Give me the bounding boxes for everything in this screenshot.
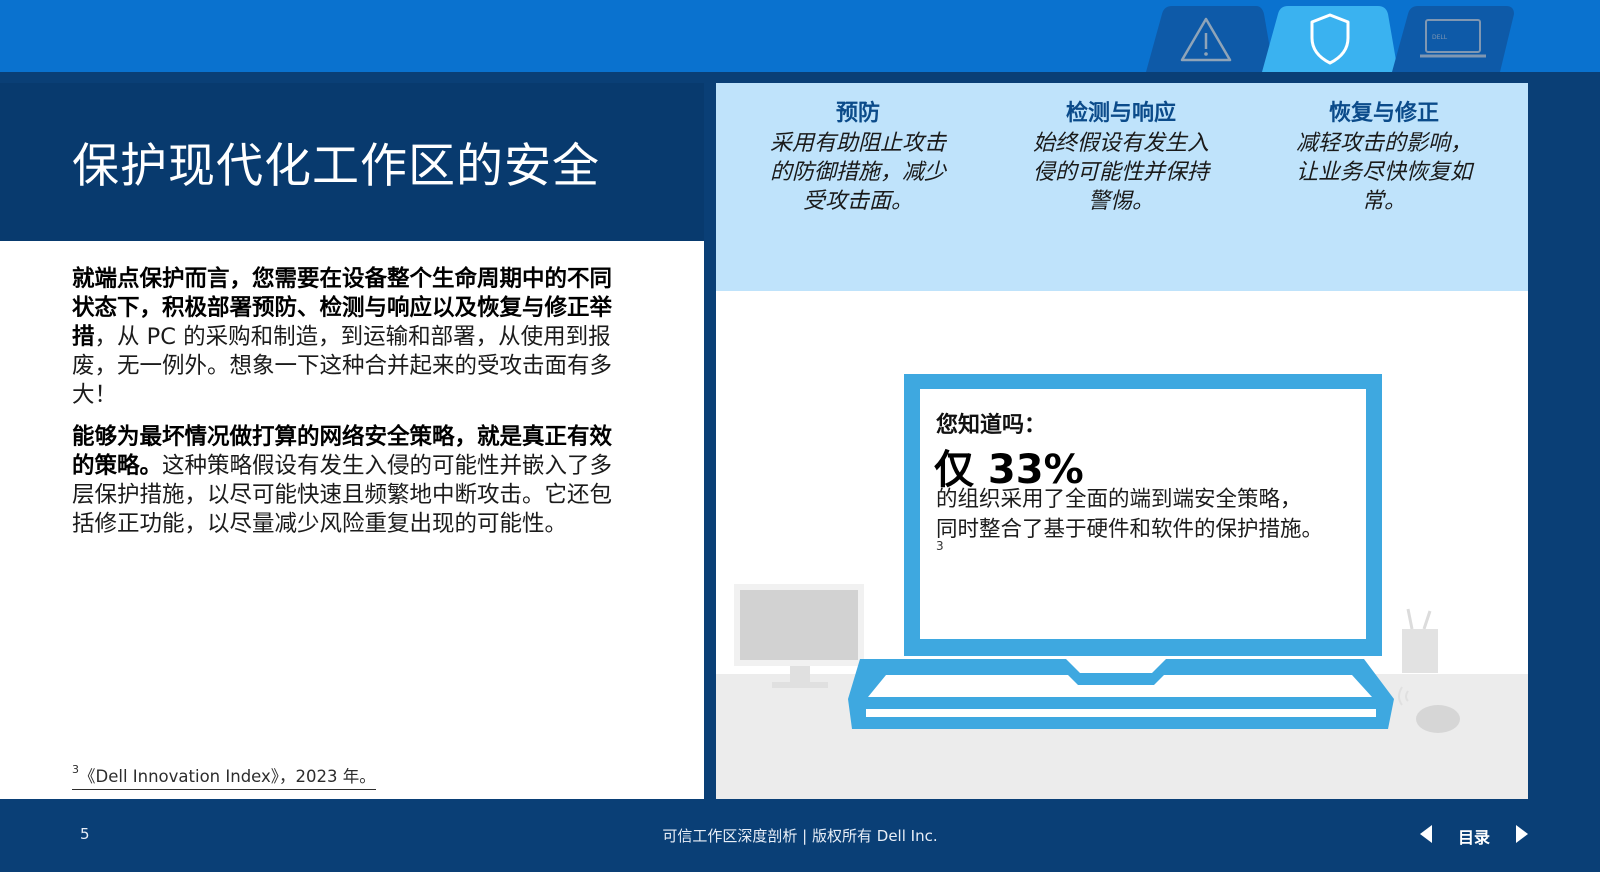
did-you-know-label: 您知道吗：	[936, 413, 1047, 438]
pillar-text: 采用有助阻止攻击的防御措施，减少受攻击面。	[769, 131, 946, 214]
strategy-paragraph: 能够为最坏情况做打算的网络安全策略，就是真正有效的策略。这种策略假设有发生入侵的…	[72, 423, 632, 539]
section-tabs: DELL	[1136, 6, 1536, 72]
stat-description: 的组织采用了全面的端到端安全策略， 同时整合了基于硬件和软件的保护措施。	[936, 485, 1323, 545]
stat-description-line: 同时整合了基于硬件和软件的保护措施。	[936, 517, 1324, 542]
footer-bar: 5 可信工作区深度剖析 | 版权所有 Dell Inc. 目录	[0, 803, 1600, 872]
main-monitor: 您知道吗： 仅 33% 的组织采用了全面的端到端安全策略， 同时整合了基于硬件和…	[904, 374, 1382, 656]
next-page-arrow-icon[interactable]	[1516, 825, 1528, 843]
title-block: 保护现代化工作区的安全	[0, 83, 704, 241]
top-bar: DELL	[0, 0, 1600, 72]
tab-laptop[interactable]: DELL	[1390, 6, 1530, 72]
warning-triangle-icon	[1180, 17, 1232, 62]
stat-description-line: 的组织采用了全面的端到端安全策略，	[936, 487, 1302, 512]
page-title: 保护现代化工作区的安全	[72, 139, 600, 194]
svg-text:DELL: DELL	[1432, 34, 1448, 41]
pillar-text: 减轻攻击的影响，让业务尽快恢复如常。	[1295, 131, 1472, 214]
pillar-recovery: 恢复与修正 减轻攻击的影响，让业务尽快恢复如常。	[1264, 99, 1504, 216]
previous-page-arrow-icon[interactable]	[1420, 825, 1432, 843]
table-of-contents-link[interactable]: 目录	[1458, 824, 1490, 848]
footnote-text: 《Dell Innovation Index》，2023 年。	[79, 767, 376, 786]
stat-card: 您知道吗： 仅 33% 的组织采用了全面的端到端安全策略， 同时整合了基于硬件和…	[920, 389, 1366, 639]
intro-normal-text: ，从 PC 的采购和制造，到运输和部署，从使用到报废，无一例外。想象一下这种合并…	[72, 324, 613, 408]
pillar-title: 恢复与修正	[1328, 101, 1439, 126]
footer-copyright: 可信工作区深度剖析 | 版权所有 Dell Inc.	[662, 827, 938, 845]
keyboard-icon	[848, 659, 1394, 729]
pillar-detection: 检测与响应 始终假设有发生入侵的可能性并保持警惕。	[1001, 99, 1241, 216]
left-content-panel: 保护现代化工作区的安全 就端点保护而言，您需要在设备整个生命周期中的不同状态下，…	[0, 83, 704, 799]
dell-laptop-icon: DELL	[1420, 19, 1486, 58]
pillar-title: 预防	[835, 101, 880, 126]
pen-cup-icon	[1398, 608, 1460, 733]
tab-warning[interactable]	[1136, 6, 1276, 72]
pillars-strip: 预防 采用有助阻止攻击的防御措施，减少受攻击面。 检测与响应 始终假设有发生入侵…	[716, 83, 1528, 291]
footnote-mark: 3	[72, 763, 79, 776]
intro-paragraph: 就端点保护而言，您需要在设备整个生命周期中的不同状态下，积极部署预防、检测与响应…	[72, 265, 632, 410]
pillar-text: 始终假设有发生入侵的可能性并保持警惕。	[1032, 131, 1209, 214]
footnote-link[interactable]: 3《Dell Innovation Index》，2023 年。	[72, 763, 376, 790]
shield-icon	[1310, 13, 1350, 65]
pillar-prevention: 预防 采用有助阻止攻击的防御措施，减少受攻击面。	[738, 99, 978, 216]
right-illustration-panel: 预防 采用有助阻止攻击的防御措施，减少受攻击面。 检测与响应 始终假设有发生入侵…	[716, 83, 1528, 799]
pillar-title: 检测与响应	[1065, 101, 1176, 126]
tab-shield[interactable]	[1260, 6, 1400, 72]
desk-illustration: 您知道吗： 仅 33% 的组织采用了全面的端到端安全策略， 同时整合了基于硬件和…	[716, 291, 1528, 799]
stat-footnote-ref[interactable]: 3	[936, 539, 944, 553]
